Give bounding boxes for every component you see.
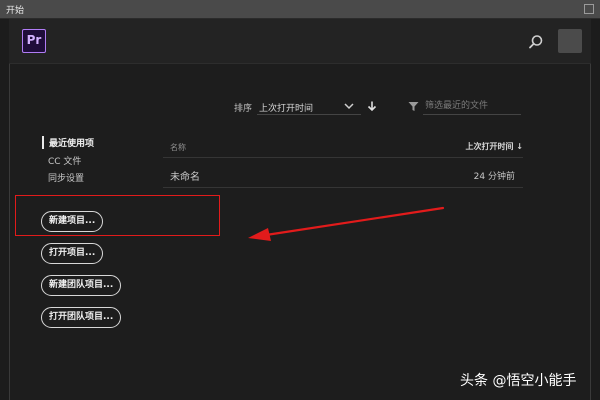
sidebar-item-sync-settings[interactable]: 同步设置 xyxy=(48,171,84,184)
chevron-down-icon xyxy=(344,103,354,110)
window-close-button[interactable] xyxy=(584,4,594,14)
sort-label: 排序 xyxy=(234,104,253,114)
filter-icon xyxy=(408,102,419,111)
sort-direction-arrow-icon[interactable] xyxy=(366,100,378,112)
annotation-highlight-box xyxy=(15,195,220,236)
watermark: 头条 @悟空小能手 xyxy=(460,373,577,389)
search-icon[interactable] xyxy=(528,34,544,50)
window-titlebar: 开始 xyxy=(0,0,600,19)
premiere-logo: Pr xyxy=(22,29,46,53)
project-last-opened: 24 分钟前 xyxy=(473,172,515,182)
open-team-project-button[interactable]: 打开团队项目... xyxy=(41,307,122,328)
window-title: 开始 xyxy=(6,6,25,16)
sort-dropdown-value: 上次打开时间 xyxy=(259,104,314,114)
recent-table-header: 名称 上次打开时间 ↓ xyxy=(163,136,523,158)
open-project-button[interactable]: 打开项目... xyxy=(41,243,104,264)
sidebar-item-recent[interactable]: 最近使用项 xyxy=(42,136,94,149)
profile-button[interactable] xyxy=(558,29,582,53)
sort-dropdown[interactable]: 上次打开时间 xyxy=(257,97,361,115)
project-name: 未命名 xyxy=(170,172,200,183)
app-header xyxy=(9,19,591,64)
filter-input[interactable] xyxy=(423,97,521,115)
table-row[interactable]: 未命名 24 分钟前 xyxy=(163,160,523,188)
sidebar-item-cc-files[interactable]: CC 文件 xyxy=(48,154,81,167)
new-team-project-button[interactable]: 新建团队项目... xyxy=(41,275,122,296)
column-header-last-opened[interactable]: 上次打开时间 ↓ xyxy=(466,141,524,152)
column-header-name[interactable]: 名称 xyxy=(170,142,186,153)
